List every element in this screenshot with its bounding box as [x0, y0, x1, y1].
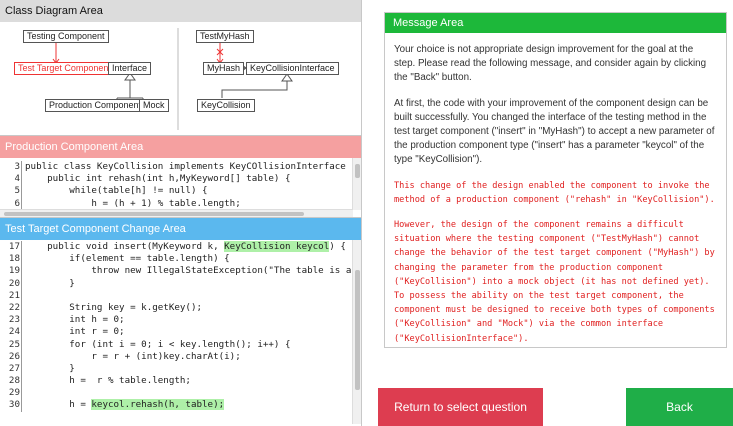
code-line: 22 String key = k.getKey(); — [0, 301, 361, 315]
line-number: 3 — [14, 161, 20, 172]
test-target-area-header: Test Target Component Change Area — [0, 218, 361, 240]
line-number: 23 — [8, 314, 20, 326]
line-number: 20 — [8, 277, 20, 289]
code-text: h = (h + 1) % table.length; — [25, 197, 241, 209]
code-text: ) { — [329, 241, 346, 252]
code-text: h = — [25, 399, 92, 411]
code-text: throw new IllegalStateException("The tab… — [25, 265, 361, 277]
message-header: Message Area — [385, 13, 726, 33]
code-text: } — [25, 277, 75, 289]
line-number: 6 — [14, 197, 20, 209]
code-line: 19 throw new IllegalStateException("The … — [0, 265, 361, 278]
scroll-thumb[interactable] — [355, 164, 360, 178]
production-component-box: Production Component — [45, 99, 146, 112]
message-body: Your choice is not appropriate design im… — [385, 33, 726, 346]
code-line: 24 int r = 0; — [0, 326, 361, 339]
code-line: 5 while(table[h] != null) { — [0, 185, 361, 198]
highlighted-code: keycol.rehash(h, table); — [91, 399, 225, 411]
code-line: 6 h = (h + 1) % table.length; — [0, 197, 361, 210]
code-line: 26 r = r + (int)key.charAt(i); — [0, 350, 361, 363]
code-line: 20 } — [0, 277, 361, 290]
code-text: public class KeyCollision implements Key… — [25, 161, 357, 172]
code-text: String key = k.getKey(); — [25, 301, 203, 313]
mock-box: Mock — [139, 99, 169, 112]
code-line: 29 — [0, 387, 361, 400]
code-line: 3 public class KeyCollision implements Ke… — [0, 161, 361, 174]
code-line: 27 } — [0, 362, 361, 376]
line-number: 25 — [8, 338, 20, 350]
scroll-thumb[interactable] — [4, 212, 304, 216]
testing-component-box: Testing Component — [23, 30, 109, 43]
production-horizontal-scrollbar[interactable] — [0, 209, 353, 217]
code-text: int h = 0; — [25, 314, 125, 326]
line-number: 27 — [8, 362, 20, 374]
message-code-paragraph: This change of the design enabled the co… — [394, 180, 715, 205]
left-panel: Class Diagram Area Testing Component Tes… — [0, 0, 362, 426]
code-text: public int rehash(int h,MyKeyword[] tabl… — [25, 173, 291, 185]
message-paragraph: Your choice is not appropriate design im… — [394, 44, 707, 84]
highlighted-code: KeyCollision keycol — [224, 241, 330, 252]
return-to-select-question-button[interactable]: Return to select question — [378, 388, 543, 426]
production-vertical-scrollbar[interactable] — [352, 158, 361, 210]
interface-box: Interface — [108, 62, 152, 75]
scroll-thumb[interactable] — [355, 270, 360, 390]
line-number: 30 — [8, 399, 20, 411]
code-line: 4 public int rehash(int h,MyKeyword[] ta… — [0, 173, 361, 186]
message-panel: Message Area Your choice is not appropri… — [384, 12, 727, 348]
line-number: 18 — [8, 253, 20, 265]
code-text: h = r % table.length; — [25, 375, 191, 387]
code-text: if(element == table.length) { — [25, 253, 230, 265]
line-number: 22 — [8, 301, 20, 313]
code-line: 30 h = keycol.rehash(h, table); — [0, 399, 361, 412]
line-number: 4 — [14, 173, 20, 185]
code-line: 17 public void insert(MyKeyword k, KeyCo… — [0, 241, 361, 254]
key-collision-interface-box: KeyCollisionInterface — [246, 62, 339, 75]
code-text: while(table[h] != null) { — [25, 185, 208, 197]
message-code-paragraph: However, the design of the component rem… — [394, 220, 720, 344]
line-number: 26 — [8, 350, 20, 362]
my-hash-box: MyHash — [203, 62, 245, 75]
line-number: 24 — [8, 326, 20, 338]
test-target-code-editor[interactable]: 17 public void insert(MyKeyword k, KeyCo… — [0, 240, 361, 424]
message-paragraph: At first, the code with your improvement… — [394, 97, 715, 166]
code-line: 21 — [0, 289, 361, 302]
test-my-hash-box: TestMyHash — [196, 30, 254, 43]
class-diagram-header: Class Diagram Area — [0, 0, 361, 22]
line-number: 28 — [8, 375, 20, 387]
code-text: r = r + (int)key.charAt(i); — [25, 350, 241, 362]
code-text: int r = 0; — [25, 326, 125, 338]
test-target-vertical-scrollbar[interactable] — [352, 240, 361, 424]
production-code-editor[interactable]: 3 public class KeyCollision implements Ke… — [0, 158, 361, 218]
code-line: 28 h = r % table.length; — [0, 375, 361, 388]
code-line: 25 for (int i = 0; i < key.length(); i++… — [0, 338, 361, 351]
class-diagram: Testing Component Test Target Component … — [0, 22, 361, 136]
back-button[interactable]: Back — [626, 388, 733, 426]
line-number: 21 — [8, 289, 20, 301]
code-line: 23 int h = 0; — [0, 314, 361, 327]
line-number: 5 — [14, 185, 20, 197]
code-text: for (int i = 0; i < key.length(); i++) { — [25, 338, 291, 350]
code-text: public void insert(MyKeyword k, — [25, 241, 225, 252]
key-collision-box: KeyCollision — [197, 99, 255, 112]
code-line: 18 if(element == table.length) { — [0, 253, 361, 266]
line-number: 29 — [8, 387, 20, 399]
code-text: } — [25, 362, 75, 374]
line-number: 17 — [8, 241, 20, 252]
test-target-component-box: Test Target Component — [14, 62, 115, 75]
line-number: 19 — [8, 265, 20, 277]
production-area-header: Production Component Area — [0, 136, 361, 158]
